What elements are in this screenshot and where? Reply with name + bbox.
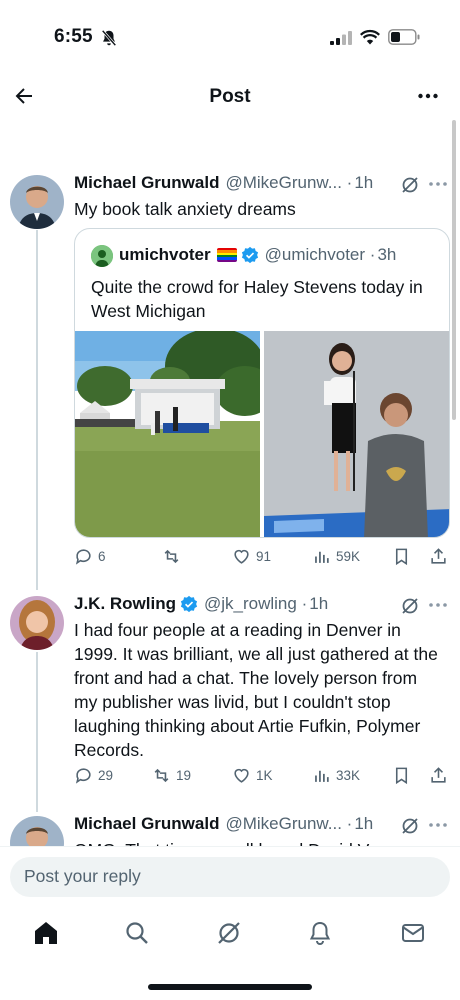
reply-count: 29 [98,768,114,783]
grok-icon[interactable] [216,920,242,946]
reply-button[interactable]: 6 [74,547,106,566]
reply-count: 6 [98,549,106,564]
reply-button[interactable]: 29 [74,766,113,785]
tweet-actions: 29 19 1K 33K [74,766,450,788]
verified-badge-icon [180,595,198,613]
verified-badge-icon [241,246,258,264]
reply-icon [75,549,91,565]
reply-icon [75,768,91,784]
quoted-tweet-card[interactable]: umichvoter @umichvoter · 3h Quite the cr… [74,228,450,538]
avatar-michael-grunwald[interactable] [10,175,64,229]
reply-composer: Post your reply [0,846,460,910]
views-icon [315,551,329,563]
search-icon[interactable] [124,920,150,946]
home-indicator[interactable] [148,984,312,990]
tweet-text: My book talk anxiety dreams [74,199,296,219]
repost-icon [164,549,179,564]
like-count: 1K [256,768,273,783]
like-button[interactable]: 1K [232,766,273,785]
quoted-tweet-text: Quite the crowd for Haley Stevens today … [91,277,423,321]
bookmark-icon [395,548,408,566]
author-name[interactable]: Michael Grunwald [74,173,219,193]
views-button[interactable]: 59K [312,547,360,566]
avatar-michael-grunwald[interactable] [10,816,64,846]
author-name[interactable]: J.K. Rowling [74,594,176,614]
quoted-tweet-header: umichvoter @umichvoter · 3h [119,245,396,265]
tweet-time[interactable]: 1h [354,814,373,834]
quoted-author-name[interactable]: umichvoter [119,245,211,265]
tweet-time[interactable]: 1h [309,594,328,614]
share-button[interactable] [429,547,448,566]
tweet-header: J.K. Rowling @jk_rowling · 1h [74,594,328,614]
cellular-signal-icon [330,31,352,45]
scrollbar[interactable] [452,120,456,420]
top-navigation: Post [0,72,460,122]
avatar-jk-rowling[interactable] [10,596,64,650]
more-horizontal-icon[interactable] [428,181,448,187]
mail-icon[interactable] [400,920,426,946]
bottom-tab-bar [0,910,460,960]
more-horizontal-icon[interactable] [416,84,440,108]
tweet-time[interactable]: 1h [354,173,373,193]
repost-button[interactable] [162,547,186,566]
views-icon [315,770,329,782]
repost-count: 19 [176,768,192,783]
view-count: 59K [336,549,361,564]
page-title: Post [209,86,251,107]
wifi-icon [360,29,380,45]
repost-button[interactable]: 19 [152,766,191,785]
tweet-header: Michael Grunwald @MikeGrunw... · 1h [74,814,373,834]
share-icon [431,548,446,564]
share-icon [431,767,446,783]
tweet-actions: 6 91 59K [74,547,450,569]
tweet-text: I had four people at a reading in Denver… [74,620,438,760]
bookmark-icon [395,767,408,785]
share-button[interactable] [429,766,448,785]
grok-icon[interactable] [400,175,420,195]
heart-icon [234,549,249,564]
photo-outdoor-rally[interactable] [75,331,260,537]
more-horizontal-icon[interactable] [428,602,448,608]
views-button[interactable]: 33K [312,766,360,785]
quoted-tweet-time[interactable]: 3h [377,245,396,265]
view-count: 33K [336,768,361,783]
author-handle[interactable]: @jk_rowling · [204,594,307,614]
bookmark-button[interactable] [392,547,411,566]
status-time: 6:55 [54,26,93,47]
battery-icon [388,29,420,45]
photo-speaker-podium[interactable] [264,331,449,537]
tweet-header: Michael Grunwald @MikeGrunw... · 1h [74,173,373,193]
heart-icon [234,768,249,783]
thread-connector [36,230,38,590]
reply-input[interactable]: Post your reply [10,857,450,897]
tweet-partial[interactable]: Michael Grunwald @MikeGrunw... · 1h OMG.… [0,808,460,846]
author-handle[interactable]: @MikeGrunw... · [225,814,352,834]
rainbow-flag-icon [216,248,237,262]
grok-icon[interactable] [400,596,420,616]
bell-off-icon [101,29,117,47]
avatar-umichvoter[interactable] [91,245,113,267]
like-button[interactable]: 91 [232,547,271,566]
thread-connector [36,652,38,812]
grok-icon[interactable] [400,816,420,836]
status-bar: 6:55 [0,0,460,60]
repost-icon [154,768,169,783]
like-count: 91 [256,549,272,564]
bookmark-button[interactable] [392,766,411,785]
bell-icon[interactable] [307,920,333,946]
author-name[interactable]: Michael Grunwald [74,814,219,834]
home-icon[interactable] [33,920,59,946]
more-horizontal-icon[interactable] [428,822,448,828]
quoted-author-handle[interactable]: @umichvoter · [265,245,376,265]
tweet-text: OMG. That time you all heard David V... [74,838,444,846]
author-handle[interactable]: @MikeGrunw... · [225,173,352,193]
